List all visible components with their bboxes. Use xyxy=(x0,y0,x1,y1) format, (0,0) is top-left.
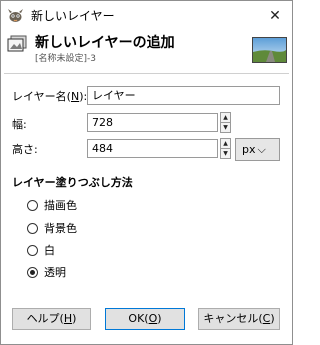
layer-name-input[interactable]: レイヤー xyxy=(87,86,280,105)
height-spinner[interactable]: ▲ ▼ xyxy=(220,138,231,159)
radio-transparent[interactable] xyxy=(27,266,38,278)
height-decrement-icon[interactable]: ▼ xyxy=(221,148,230,158)
radio-foreground[interactable] xyxy=(27,199,38,211)
height-value: 484 xyxy=(92,142,113,155)
fill-option-label: 透明 xyxy=(44,266,66,279)
layer-name-value: レイヤー xyxy=(92,89,136,102)
image-preview-thumbnail xyxy=(252,37,287,63)
ok-button[interactable]: OK(O) xyxy=(105,308,185,330)
fill-section-title: レイヤー塗りつぶし方法 xyxy=(12,176,133,189)
height-increment-icon[interactable]: ▲ xyxy=(221,139,230,148)
new-layer-icon xyxy=(6,35,28,53)
width-label: 幅: xyxy=(12,118,27,131)
width-increment-icon[interactable]: ▲ xyxy=(221,113,230,122)
width-decrement-icon[interactable]: ▼ xyxy=(221,122,230,132)
new-layer-dialog: 新しいレイヤー ✕ 新しいレイヤーの追加 [名称未設定]-3 レイヤー名(N):… xyxy=(0,0,293,345)
fill-option-transparent[interactable]: 透明 xyxy=(27,264,66,280)
close-icon: ✕ xyxy=(269,8,281,24)
gimp-wilber-icon xyxy=(7,8,24,23)
height-input[interactable]: 484 xyxy=(87,139,218,158)
layer-name-label: レイヤー名(N): xyxy=(12,90,88,103)
image-name: [名称未設定]-3 xyxy=(35,54,96,64)
radio-background[interactable] xyxy=(27,222,38,234)
fill-option-label: 描画色 xyxy=(44,199,77,212)
fill-option-label: 背景色 xyxy=(44,222,77,235)
window-title: 新しいレイヤー xyxy=(31,9,115,23)
header-title: 新しいレイヤーの追加 xyxy=(35,35,175,51)
chevron-down-icon: ⌵ xyxy=(257,143,266,156)
unit-dropdown[interactable]: px ⌵ xyxy=(235,138,280,161)
radio-white[interactable] xyxy=(27,244,38,256)
height-label: 高さ: xyxy=(12,143,38,156)
fill-option-label: 白 xyxy=(44,244,55,257)
unit-value: px xyxy=(242,143,256,156)
close-button[interactable]: ✕ xyxy=(259,2,291,30)
fill-option-foreground[interactable]: 描画色 xyxy=(27,197,77,213)
width-value: 728 xyxy=(92,116,113,129)
help-button[interactable]: ヘルプ(H) xyxy=(12,308,91,330)
header-separator xyxy=(4,73,289,74)
fill-option-background[interactable]: 背景色 xyxy=(27,220,77,236)
title-bar[interactable]: 新しいレイヤー ✕ xyxy=(1,1,292,31)
cancel-button[interactable]: キャンセル(C) xyxy=(198,308,280,330)
width-spinner[interactable]: ▲ ▼ xyxy=(220,112,231,133)
width-input[interactable]: 728 xyxy=(87,113,218,132)
dialog-header: 新しいレイヤーの追加 [名称未設定]-3 xyxy=(1,31,292,68)
fill-option-white[interactable]: 白 xyxy=(27,242,55,258)
